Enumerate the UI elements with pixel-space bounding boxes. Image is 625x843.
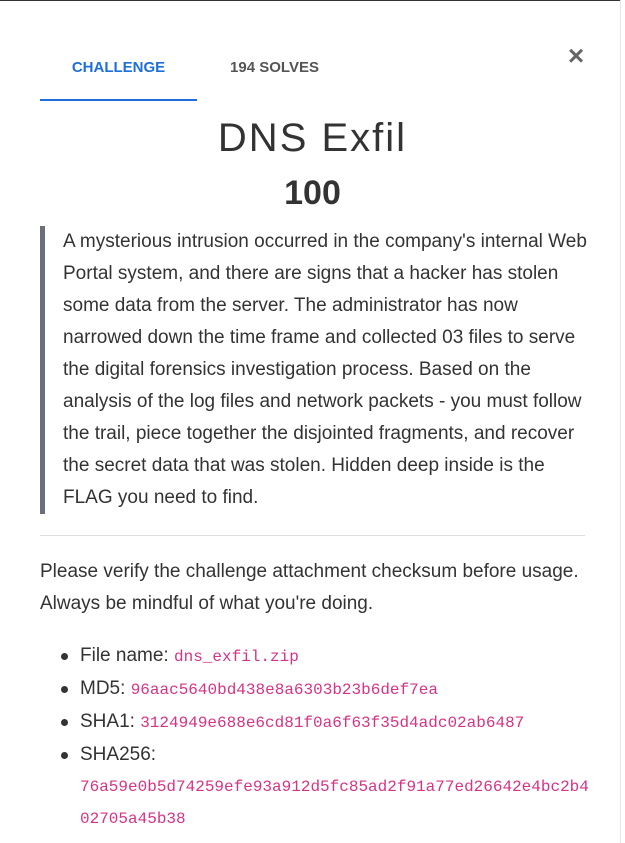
divider	[40, 535, 585, 536]
tab-challenge[interactable]: CHALLENGE	[40, 50, 197, 101]
tab-bar: CHALLENGE 194 SOLVES	[40, 50, 585, 101]
md5-label: MD5:	[80, 678, 126, 699]
window-top-border	[0, 0, 620, 1]
description-text: A mysterious intrusion occurred in the c…	[63, 231, 587, 508]
file-info-list: File name: dns_exfil.zip MD5: 96aac5640b…	[40, 640, 600, 835]
sha256-label: SHA256:	[80, 744, 157, 765]
file-name-value: dns_exfil.zip	[173, 648, 299, 666]
md5-value: 96aac5640bd438e8a6303b23b6def7ea	[130, 681, 438, 699]
challenge-points: 100	[284, 174, 341, 212]
close-icon[interactable]: ×	[565, 42, 587, 70]
checksum-note: Please verify the challenge attachment c…	[40, 561, 579, 614]
list-item-sha1: SHA1: 3124949e688e6cd81f0a6f63f35d4adc02…	[40, 706, 600, 739]
list-item-sha256: SHA256: 76a59e0b5d74259efe93a912d5fc85ad…	[40, 739, 600, 835]
list-item-file-name: File name: dns_exfil.zip	[40, 640, 600, 673]
file-name-label: File name:	[80, 645, 169, 666]
sha1-value: 3124949e688e6cd81f0a6f63f35d4adc02ab6487	[140, 714, 525, 732]
sha256-value: 76a59e0b5d74259efe93a912d5fc85ad2f91a77e…	[80, 778, 589, 828]
challenge-title: DNS Exfil	[217, 116, 408, 160]
sha1-label: SHA1:	[80, 711, 135, 732]
list-item-md5: MD5: 96aac5640bd438e8a6303b23b6def7ea	[40, 673, 600, 706]
tab-solves[interactable]: 194 SOLVES	[197, 50, 352, 99]
challenge-description: A mysterious intrusion occurred in the c…	[40, 226, 588, 514]
